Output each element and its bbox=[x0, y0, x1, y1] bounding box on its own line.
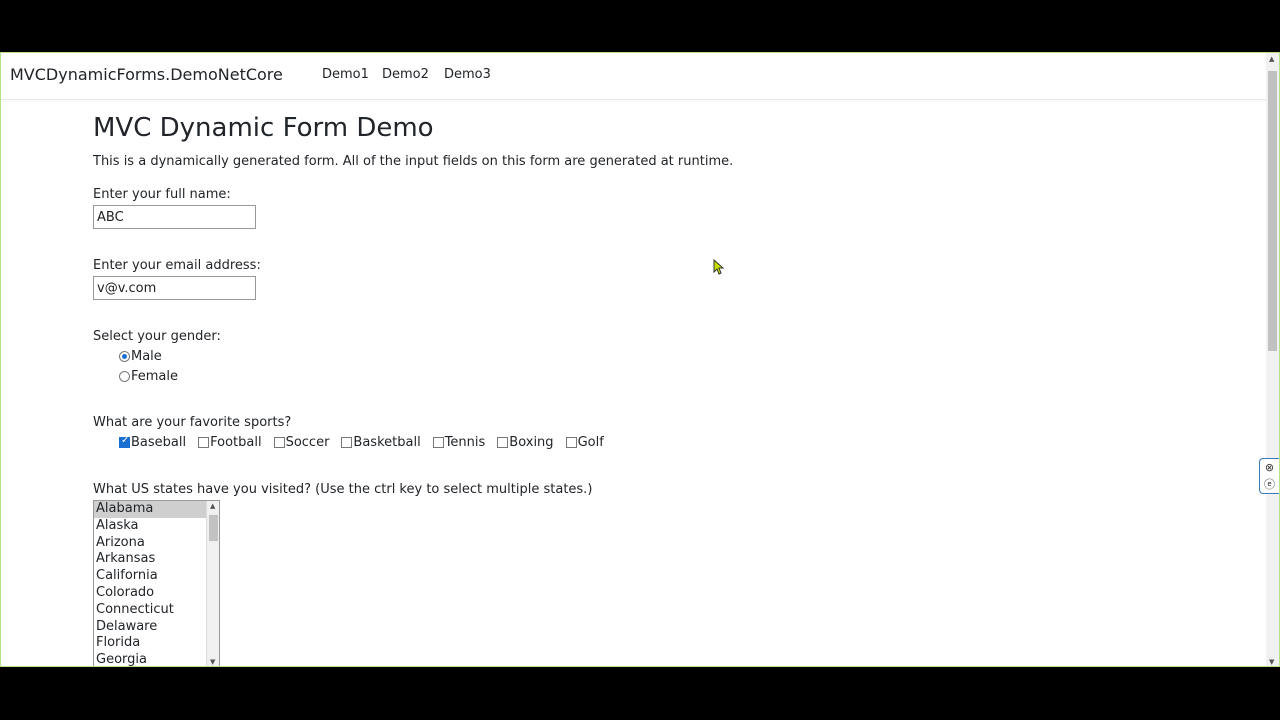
name-label: Enter your full name: bbox=[93, 187, 231, 202]
page-scroll-up-icon[interactable]: ▲ bbox=[1269, 55, 1274, 63]
checkbox-label: Basketball bbox=[353, 435, 421, 450]
state-option[interactable]: Arkansas bbox=[94, 551, 219, 568]
email-label: Enter your email address: bbox=[93, 258, 261, 273]
navbar-brand[interactable]: MVCDynamicForms.DemoNetCore bbox=[10, 65, 283, 84]
edge-icon[interactable]: ⓔ bbox=[1260, 476, 1279, 493]
checkbox-basketball[interactable] bbox=[341, 437, 353, 448]
state-option[interactable]: California bbox=[94, 568, 219, 585]
checkbox-baseball[interactable] bbox=[119, 435, 130, 448]
page-scrollbar[interactable]: ▲ ▼ bbox=[1266, 53, 1279, 666]
navbar: MVCDynamicForms.DemoNetCore Demo1 Demo2 … bbox=[1, 53, 1266, 100]
checkbox-label: Soccer bbox=[285, 435, 330, 450]
state-option[interactable]: Georgia bbox=[94, 652, 219, 666]
sport-basketball[interactable]: Basketball bbox=[341, 435, 421, 450]
state-option[interactable]: Alaska bbox=[94, 518, 219, 535]
state-option[interactable]: Delaware bbox=[94, 619, 219, 636]
listbox-scroll-thumb[interactable] bbox=[209, 515, 218, 541]
gender-option-female[interactable]: Female bbox=[119, 369, 178, 384]
state-option[interactable]: Florida bbox=[94, 635, 219, 652]
state-option[interactable]: Arizona bbox=[94, 535, 219, 552]
page-scroll-down-icon[interactable]: ▼ bbox=[1269, 658, 1274, 666]
checkbox-label: Boxing bbox=[509, 435, 554, 450]
nav-link-demo2[interactable]: Demo2 bbox=[382, 67, 429, 82]
email-input[interactable] bbox=[93, 276, 256, 300]
close-icon[interactable]: ⊗ bbox=[1260, 459, 1279, 476]
checkbox-tennis[interactable] bbox=[432, 437, 444, 448]
sport-golf[interactable]: Golf bbox=[565, 435, 604, 450]
sports-label: What are your favorite sports? bbox=[93, 415, 292, 430]
listbox-scrollbar[interactable]: ▲ ▼ bbox=[206, 501, 219, 666]
state-option[interactable]: Colorado bbox=[94, 585, 219, 602]
radio-female-label: Female bbox=[131, 369, 179, 384]
gender-option-male[interactable]: Male bbox=[119, 349, 162, 364]
radio-male-label: Male bbox=[131, 349, 162, 364]
checkbox-football[interactable] bbox=[198, 437, 210, 448]
scroll-up-arrow-icon[interactable]: ▲ bbox=[210, 502, 215, 510]
mouse-cursor-icon bbox=[713, 259, 725, 275]
side-widget[interactable]: ⊗ ⓔ bbox=[1259, 458, 1279, 494]
checkbox-label: Football bbox=[210, 435, 262, 450]
sport-baseball[interactable]: Baseball bbox=[119, 435, 186, 450]
nav-link-demo1[interactable]: Demo1 bbox=[322, 67, 369, 82]
checkbox-golf[interactable] bbox=[565, 437, 577, 448]
checkbox-label: Golf bbox=[577, 435, 604, 450]
sport-boxing[interactable]: Boxing bbox=[497, 435, 554, 450]
state-option[interactable]: Connecticut bbox=[94, 602, 219, 619]
scroll-down-arrow-icon[interactable]: ▼ bbox=[210, 658, 215, 666]
radio-male[interactable] bbox=[119, 351, 130, 362]
nav-link-demo3[interactable]: Demo3 bbox=[444, 67, 491, 82]
sport-soccer[interactable]: Soccer bbox=[273, 435, 330, 450]
sport-football[interactable]: Football bbox=[198, 435, 262, 450]
sport-tennis[interactable]: Tennis bbox=[432, 435, 486, 450]
gender-label: Select your gender: bbox=[93, 329, 221, 344]
checkbox-boxing[interactable] bbox=[497, 437, 509, 448]
states-listbox[interactable]: Alabama Alaska Arizona Arkansas Californ… bbox=[93, 500, 220, 666]
checkbox-soccer[interactable] bbox=[273, 437, 285, 448]
checkbox-label: Tennis bbox=[444, 435, 486, 450]
radio-female[interactable] bbox=[119, 371, 130, 382]
page-title: MVC Dynamic Form Demo bbox=[93, 113, 434, 143]
page-description: This is a dynamically generated form. Al… bbox=[93, 154, 734, 169]
checkbox-label: Baseball bbox=[131, 435, 187, 450]
browser-viewport: MVCDynamicForms.DemoNetCore Demo1 Demo2 … bbox=[0, 52, 1280, 667]
full-name-input[interactable] bbox=[93, 205, 256, 229]
states-label: What US states have you visited? (Use th… bbox=[93, 482, 593, 497]
state-option[interactable]: Alabama bbox=[94, 501, 219, 518]
page-scroll-thumb[interactable] bbox=[1268, 71, 1277, 351]
sports-checkbox-group: Baseball Football Soccer Basketball Tenn… bbox=[119, 435, 616, 450]
